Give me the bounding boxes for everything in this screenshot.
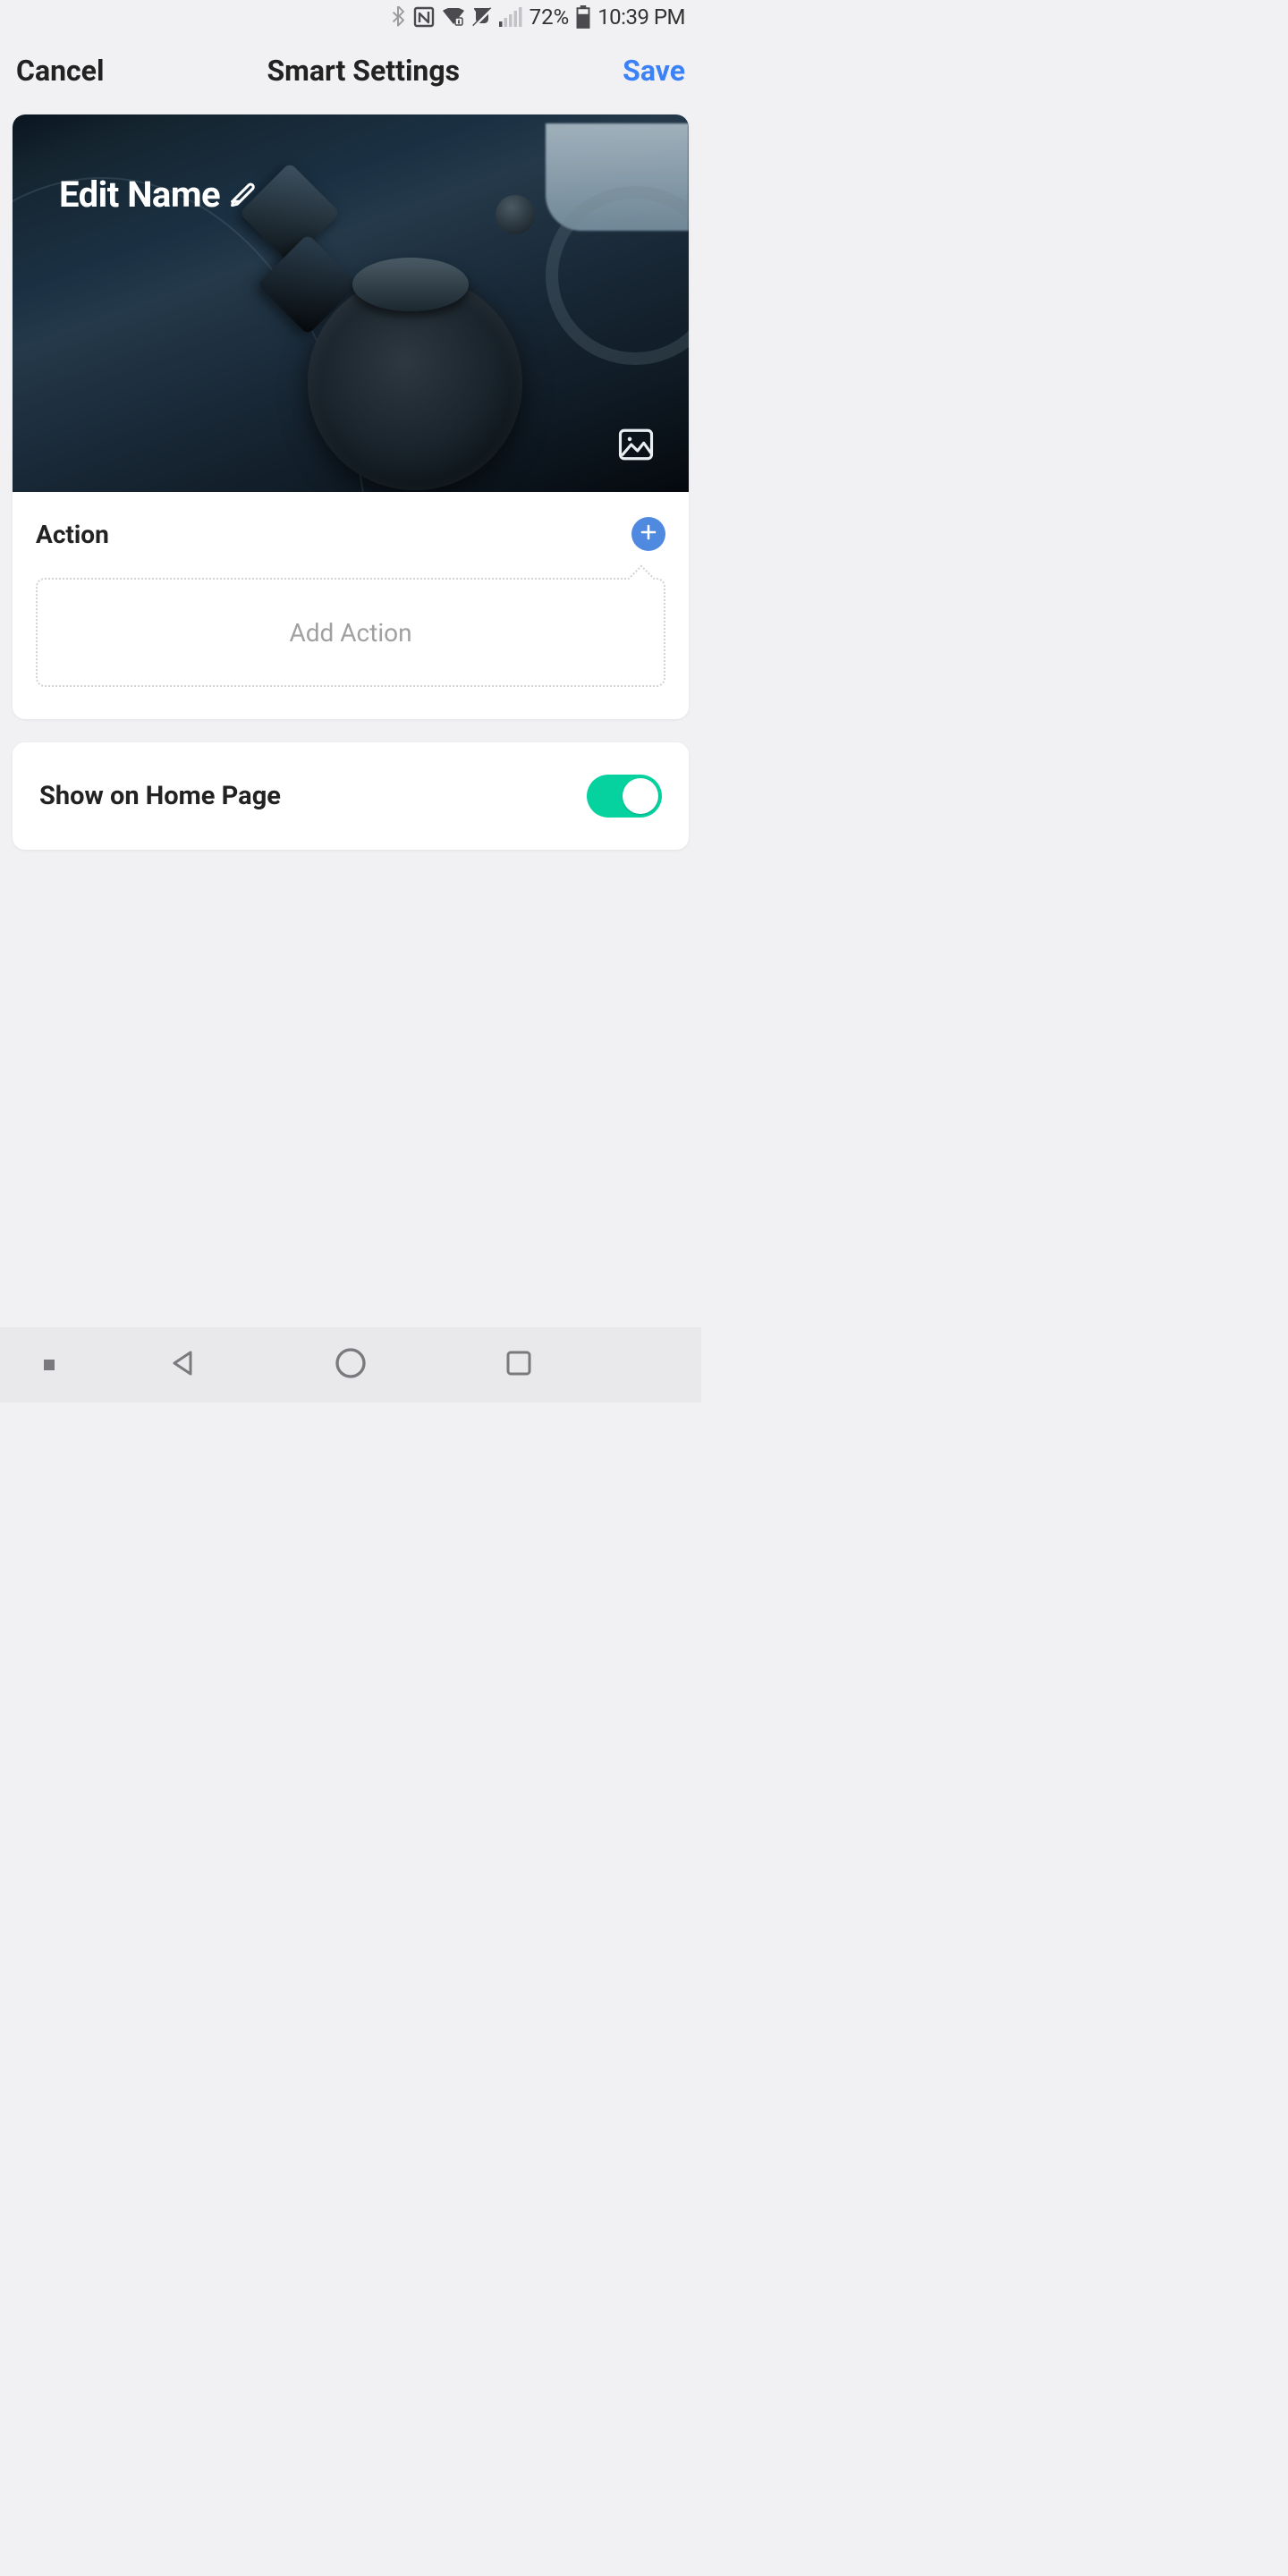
edit-name-button[interactable]: Edit Name (59, 174, 258, 216)
change-image-button[interactable] (617, 426, 655, 467)
cancel-button[interactable]: Cancel (16, 54, 104, 88)
home-page-toggle-card: Show on Home Page (13, 742, 689, 850)
do-not-disturb-icon (472, 6, 492, 28)
back-icon[interactable] (166, 1347, 199, 1383)
bluetooth-icon (390, 6, 406, 28)
recents-icon[interactable] (503, 1347, 535, 1383)
battery-percent-text: 72% (530, 4, 570, 30)
home-page-toggle-label: Show on Home Page (39, 781, 281, 811)
edit-name-label: Edit Name (59, 174, 220, 216)
add-action-placeholder[interactable]: Add Action (36, 578, 665, 687)
nfc-icon (413, 6, 435, 28)
action-heading: Action (36, 520, 109, 549)
page-title: Smart Settings (267, 54, 460, 88)
add-action-button[interactable] (631, 517, 665, 551)
save-button[interactable]: Save (623, 54, 685, 88)
clock-text: 10:39 PM (597, 4, 685, 30)
main-card: Edit Name Action (13, 114, 689, 719)
home-icon[interactable] (333, 1345, 369, 1385)
home-page-toggle[interactable] (587, 775, 662, 818)
image-icon (617, 450, 655, 467)
android-nav-bar (0, 1327, 701, 1402)
plus-icon (640, 523, 657, 545)
action-section: Action Add Action (13, 492, 689, 719)
battery-icon (576, 5, 590, 29)
cellular-signal-icon (499, 7, 522, 27)
header-bar: Cancel Smart Settings Save (0, 34, 701, 114)
status-bar: 72% 10:39 PM (0, 0, 701, 34)
hero-image[interactable]: Edit Name (13, 114, 689, 492)
wifi-icon (442, 8, 465, 26)
add-action-placeholder-text: Add Action (289, 618, 411, 648)
nav-assistant-icon[interactable] (44, 1360, 55, 1370)
pencil-icon (227, 174, 258, 216)
